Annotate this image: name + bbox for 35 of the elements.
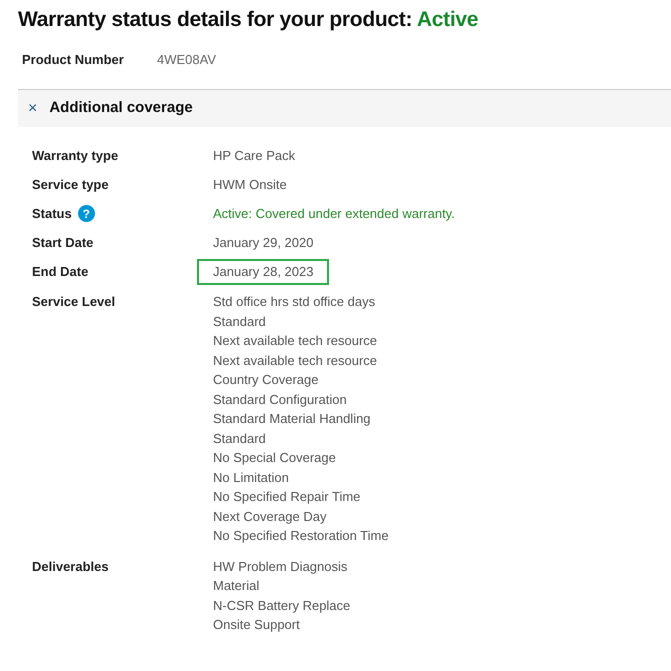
field-value: Standard bbox=[213, 430, 267, 448]
close-button[interactable]: × bbox=[28, 96, 38, 120]
section-title: Additional coverage bbox=[49, 98, 193, 118]
field-label: Deliverables bbox=[32, 558, 109, 576]
field-value: Next available tech resource bbox=[213, 332, 378, 350]
field-value: No Special Coverage bbox=[213, 449, 337, 467]
help-icon[interactable]: ? bbox=[78, 205, 95, 222]
field-value: N-CSR Battery Replace bbox=[213, 596, 350, 615]
field-value: Std office hrs std office days bbox=[213, 293, 376, 311]
field-value: 4WE08AV bbox=[157, 50, 216, 68]
field-value: HW Problem Diagnosis bbox=[213, 558, 348, 576]
field-value: January 29, 2020 bbox=[213, 234, 314, 252]
field-label: Warranty type bbox=[32, 146, 118, 165]
field-value: Standard Material Handling bbox=[213, 410, 372, 428]
field-label: Status bbox=[32, 204, 72, 223]
field-value: No Specified Repair Time bbox=[213, 488, 362, 506]
field-value: Active: Covered under extended warranty. bbox=[213, 204, 455, 223]
field-value: Next Coverage Day bbox=[213, 508, 328, 526]
field-value: Standard bbox=[213, 312, 267, 330]
field-value: HWM Onsite bbox=[213, 176, 287, 194]
field-value: Next available tech resource bbox=[213, 352, 378, 370]
field-label: End Date bbox=[32, 262, 88, 281]
field-value: No Specified Restoration Time bbox=[213, 527, 389, 545]
field-label: Service type bbox=[32, 176, 109, 194]
field-value: Country Coverage bbox=[213, 371, 320, 389]
field-value: January 28, 2023 bbox=[197, 258, 330, 284]
field-label: Product Number bbox=[22, 50, 125, 68]
page-title: Warranty status details for your product: Active bbox=[18, 7, 480, 33]
field-label: Start Date bbox=[32, 234, 94, 252]
field-value: Standard Configuration bbox=[213, 390, 348, 409]
field-value: Onsite Support bbox=[213, 616, 301, 634]
field-value: No Limitation bbox=[213, 468, 290, 486]
field-value: Material bbox=[213, 577, 260, 595]
field-value: HP Care Pack bbox=[213, 146, 296, 165]
field-label: Service Level bbox=[32, 293, 116, 312]
